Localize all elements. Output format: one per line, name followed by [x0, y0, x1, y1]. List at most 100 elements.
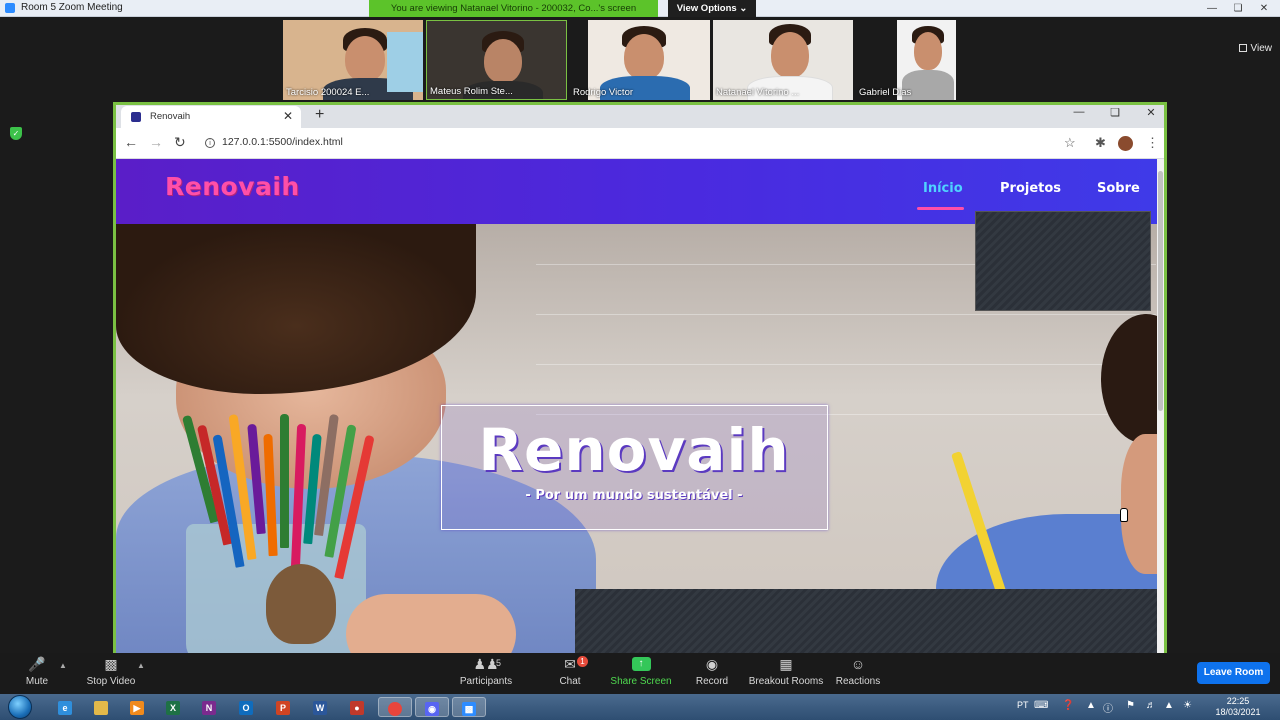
nav-link-sobre[interactable]: Sobre: [1097, 181, 1140, 196]
reactions-button[interactable]: ☺ Reactions: [813, 656, 903, 687]
participant-name: Rodrigo Victor: [573, 87, 634, 98]
back-icon[interactable]: ←: [124, 134, 138, 150]
excel-taskbar-icon[interactable]: X: [156, 697, 190, 717]
participant-name: Tarcisio 200024 E...: [286, 87, 370, 98]
colored-pencil: [280, 414, 289, 548]
outlook-taskbar-icon[interactable]: O: [229, 697, 263, 717]
extensions-icon[interactable]: ✱: [1095, 135, 1106, 151]
chat-unread-badge: 1: [577, 656, 588, 667]
browser-close-icon[interactable]: ✕: [1138, 106, 1164, 119]
network-icon[interactable]: ▲: [1164, 700, 1174, 711]
browser-tab[interactable]: Renovaih ✕: [121, 106, 301, 128]
record-label: Record: [695, 676, 729, 687]
view-label: View: [1250, 43, 1273, 54]
word-taskbar-icon[interactable]: W: [303, 697, 337, 717]
stop-video-label: Stop Video: [86, 676, 136, 687]
language-indicator[interactable]: PT: [1017, 700, 1029, 710]
mute-label: Mute: [25, 676, 49, 687]
browser-minimize-icon[interactable]: —: [1066, 106, 1092, 118]
participants-button[interactable]: ♟♟ 5 Participants: [441, 656, 531, 687]
browser-tab-strip: Renovaih ✕ + — ❏ ✕: [116, 105, 1164, 128]
zoom-meeting-controls: 🎤 Mute ▲ ▩ Stop Video ▲ ♟♟ 5 Participant…: [0, 653, 1280, 694]
grid-view-icon: [1238, 44, 1247, 52]
site-info-icon[interactable]: i: [205, 138, 215, 148]
web-page: Renovaih Início Projetos Sobre Renovaih …: [116, 159, 1157, 653]
clock-date[interactable]: 18/03/2021: [1210, 707, 1266, 717]
participants-count: 5: [496, 658, 502, 668]
hero-title: Renovaih: [478, 416, 790, 484]
new-tab-icon[interactable]: +: [315, 106, 324, 124]
view-button[interactable]: View: [1238, 43, 1273, 54]
show-hidden-icons-icon[interactable]: ▲: [1086, 700, 1096, 711]
browser-menu-icon[interactable]: ⋮: [1146, 135, 1159, 151]
onenote-taskbar-icon[interactable]: N: [192, 697, 226, 717]
participant-video-active[interactable]: Mateus Rolim Ste...: [426, 20, 567, 100]
hero-photo-second-child-face: [1121, 434, 1157, 574]
wall-line: [536, 314, 1156, 315]
discord-taskbar-icon[interactable]: ◉: [415, 697, 449, 717]
wall-line: [536, 364, 1156, 365]
security-shield-icon[interactable]: ✓: [10, 127, 22, 140]
view-options-button[interactable]: View Options ⌄: [668, 0, 756, 17]
hero-subtitle: - Por um mundo sustentável -: [525, 488, 743, 503]
participant-video[interactable]: Natanael Vitorino ...: [713, 20, 853, 100]
nav-link-inicio[interactable]: Início: [923, 181, 963, 196]
scrollbar-thumb[interactable]: [1158, 171, 1163, 411]
weather-icon[interactable]: ☀: [1183, 700, 1192, 711]
windows-taskbar: e ▶ X N O P W ● ◉ ▩ PT ⌨ ❓ ▲ ⓘ ⚑ ♬ ▲ ☀ 2…: [0, 694, 1280, 720]
participant-face: [345, 36, 385, 82]
minimize-icon[interactable]: —: [1200, 0, 1224, 17]
mouse-cursor-icon: [1120, 508, 1128, 522]
reload-icon[interactable]: ↻: [174, 134, 186, 151]
site-favicon-icon: [131, 112, 141, 122]
volume-icon[interactable]: ♬: [1146, 700, 1156, 711]
shared-browser-window: Renovaih ✕ + — ❏ ✕ ← → ↻ i 127.0.0.1:550…: [113, 102, 1167, 653]
participant-face: [484, 39, 522, 83]
browser-restore-icon[interactable]: ❏: [1102, 106, 1128, 119]
clock-time[interactable]: 22:25: [1218, 696, 1258, 706]
participants-icon: ♟♟: [473, 656, 499, 672]
media-player-taskbar-icon[interactable]: ▶: [120, 697, 154, 717]
page-scrollbar[interactable]: [1157, 159, 1164, 653]
participant-face: [771, 32, 809, 78]
leave-room-button[interactable]: Leave Room: [1197, 662, 1270, 684]
chat-label: Chat: [559, 676, 581, 687]
zoom-taskbar-icon[interactable]: ▩: [452, 697, 486, 717]
screen: Room 5 Zoom Meeting You are viewing Nata…: [0, 0, 1280, 720]
participant-video[interactable]: Tarcisio 200024 E...: [283, 20, 423, 100]
chrome-taskbar-icon[interactable]: [378, 697, 412, 717]
forward-icon[interactable]: →: [149, 134, 163, 150]
participant-name: Gabriel Dias: [859, 87, 912, 98]
site-logo[interactable]: Renovaih: [165, 172, 300, 201]
help-icon[interactable]: ❓: [1062, 700, 1074, 711]
reactions-smiley-icon: ☺: [850, 656, 866, 672]
info-tray-icon[interactable]: ⓘ: [1103, 700, 1113, 715]
powerpoint-taskbar-icon[interactable]: P: [266, 697, 300, 717]
paint-taskbar-icon[interactable]: ●: [340, 697, 374, 717]
bookmark-star-icon[interactable]: ☆: [1064, 135, 1076, 151]
background-object: [387, 32, 423, 92]
keyboard-icon[interactable]: ⌨: [1034, 700, 1048, 711]
participant-video[interactable]: Rodrigo Victor: [570, 20, 710, 100]
hero-photo-hand: [346, 594, 516, 653]
participants-label: Participants: [459, 676, 513, 687]
participant-face: [624, 34, 664, 80]
ie-taskbar-icon[interactable]: e: [48, 697, 82, 717]
close-icon[interactable]: ✕: [1252, 0, 1276, 17]
video-options-chevron-icon[interactable]: ▲: [137, 661, 145, 670]
address-bar[interactable]: 127.0.0.1:5500/index.html: [222, 136, 343, 148]
profile-avatar[interactable]: [1118, 136, 1133, 151]
restore-icon[interactable]: ❏: [1226, 0, 1250, 17]
zoom-title-bar: Room 5 Zoom Meeting You are viewing Nata…: [0, 0, 1280, 17]
participant-name: Natanael Vitorino ...: [716, 87, 800, 98]
action-center-icon[interactable]: ⚑: [1126, 700, 1135, 711]
zoom-window-title: Room 5 Zoom Meeting: [21, 2, 123, 13]
explorer-taskbar-icon[interactable]: [84, 697, 118, 717]
zoom-screen-overlay: [575, 589, 1157, 653]
tab-close-icon[interactable]: ✕: [283, 109, 293, 123]
start-button-icon[interactable]: [8, 695, 32, 719]
participant-video[interactable]: Gabriel Dias: [856, 20, 996, 100]
nav-link-projetos[interactable]: Projetos: [1000, 181, 1061, 196]
tab-title: Renovaih: [150, 111, 191, 122]
zoom-app-icon: [5, 3, 15, 13]
